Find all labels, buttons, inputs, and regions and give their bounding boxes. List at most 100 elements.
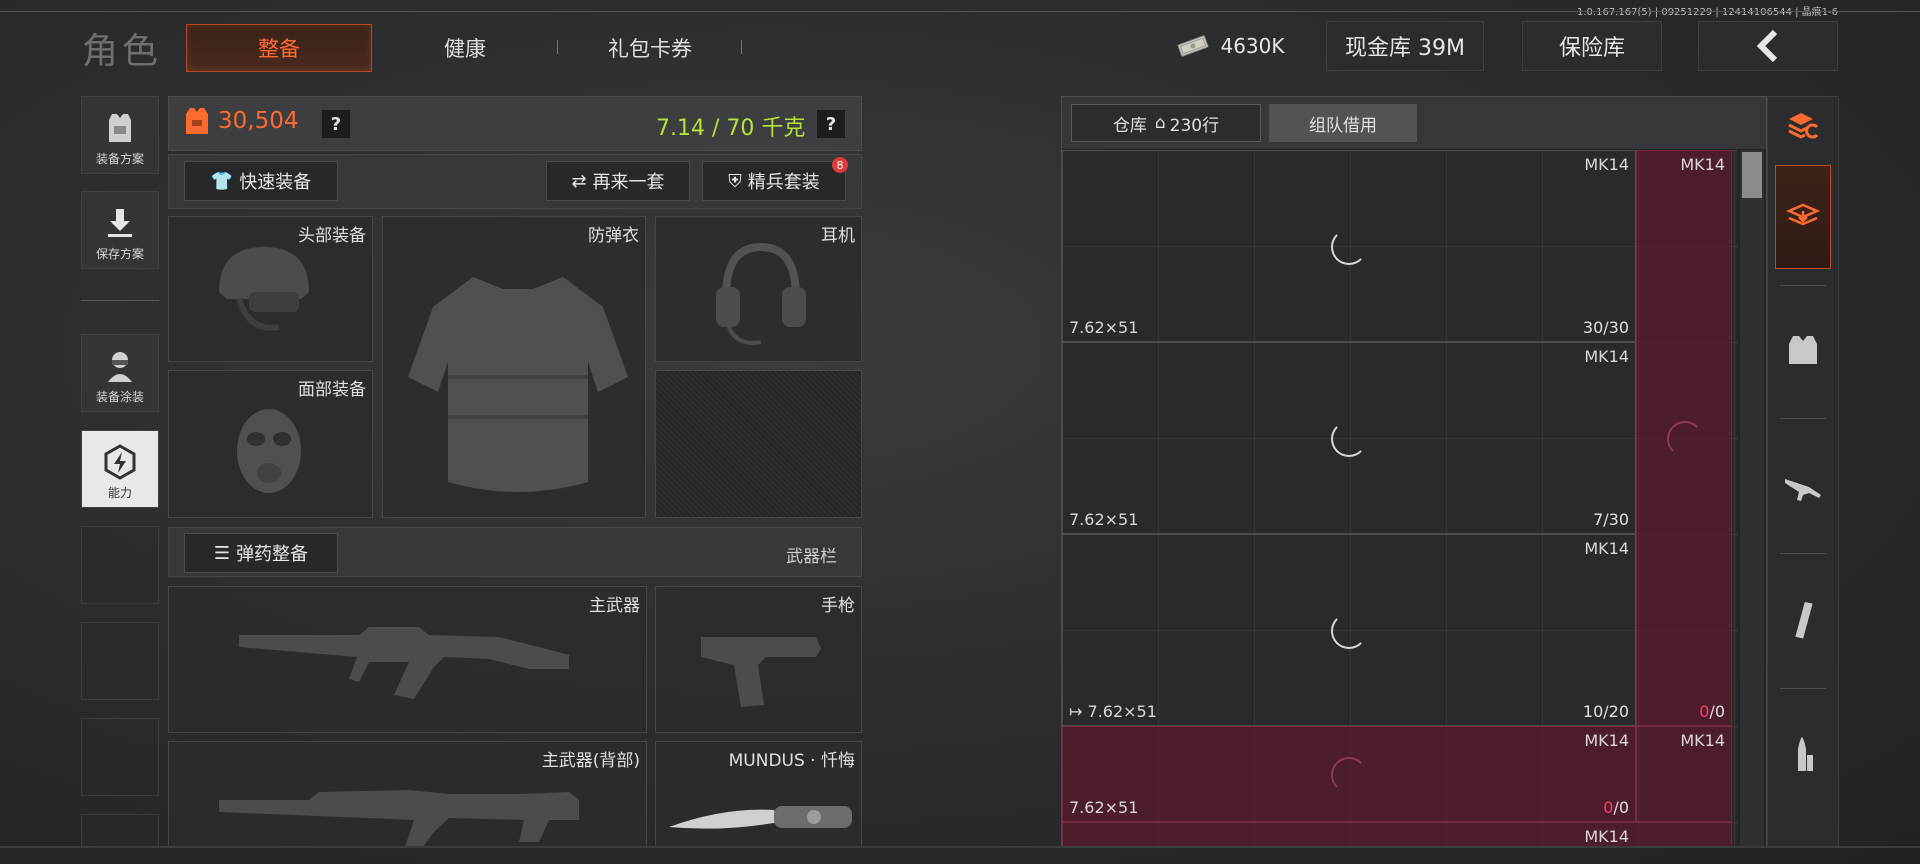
tab-health[interactable]: 健康	[400, 24, 530, 72]
category-weapons[interactable]	[1775, 450, 1831, 520]
warehouse-scrollbar[interactable]	[1740, 150, 1764, 848]
category-divider	[1780, 688, 1826, 689]
pistol-slot[interactable]: 手枪	[655, 586, 862, 733]
slot-label: 耳机	[821, 226, 855, 246]
category-armor[interactable]	[1775, 315, 1831, 385]
rifle-icon	[1785, 479, 1821, 501]
soldier-icon	[108, 352, 132, 382]
category-all[interactable]	[1775, 165, 1831, 269]
tab-equip-label: 整备	[258, 37, 300, 61]
sidebar-item-equip-plan[interactable]: 装备方案	[81, 96, 159, 174]
pistol-icon	[701, 637, 821, 707]
home-icon: ⌂	[1154, 113, 1166, 133]
tab-gift-cards[interactable]: 礼包卡券	[565, 24, 735, 72]
item-count: 0/0	[1603, 798, 1629, 817]
item-name: MK14	[1680, 731, 1725, 750]
earphone-slot[interactable]: 耳机	[655, 216, 862, 362]
back-button[interactable]	[1698, 21, 1838, 71]
item-name: MK14	[1584, 347, 1629, 366]
warehouse-item[interactable]: MK14 7.62×51 7/30	[1062, 342, 1636, 534]
team-borrow-label: 组队借用	[1309, 115, 1377, 136]
primary-weapon-slot[interactable]: 主武器	[168, 586, 647, 733]
magazine-icon	[1795, 601, 1813, 639]
loading-icon	[1331, 229, 1367, 265]
item-name: MK14	[1584, 539, 1629, 558]
sidebar-item-ability[interactable]: 能力	[81, 430, 159, 508]
download-icon	[108, 209, 132, 237]
slot-label: 防弹衣	[588, 226, 639, 246]
weight-help-button[interactable]: ?	[817, 110, 845, 138]
shirt-icon: 👕	[210, 170, 234, 192]
item-caliber: 7.62×51	[1069, 798, 1139, 817]
item-name: MK14	[1584, 155, 1629, 174]
warehouse-item[interactable]: MK14	[1062, 822, 1732, 848]
sidebar-item-label: 装备涂装	[95, 390, 144, 404]
slot-label: 面部装备	[298, 380, 366, 400]
slot-label: MUNDUS · 忏悔	[728, 751, 855, 771]
melee-weapon-slot[interactable]: MUNDUS · 忏悔	[655, 741, 862, 847]
scrollbar-thumb[interactable]	[1742, 152, 1762, 198]
armor-help-button[interactable]: ?	[322, 110, 350, 138]
again-set-label: 再来一套	[592, 172, 665, 193]
item-caliber: ↦ 7.62×51	[1069, 702, 1157, 721]
vest-icon	[109, 114, 131, 142]
sidebar-item-save-plan[interactable]: 保存方案	[81, 191, 159, 269]
bottom-divider	[0, 846, 1920, 848]
sidebar-item-label: 能力	[107, 486, 132, 500]
elite-set-button[interactable]: ⛨ 精兵套装	[702, 161, 846, 201]
sidebar-item-label: 保存方案	[95, 247, 144, 261]
helmet-slot[interactable]: 头部装备	[168, 216, 373, 362]
slot-label: 主武器(背部)	[541, 751, 640, 771]
category-divider	[1780, 553, 1826, 554]
warehouse-item[interactable]: MK14 ↦ 7.62×51 10/20	[1062, 534, 1636, 726]
loading-icon	[1331, 421, 1367, 457]
cash-vault-button[interactable]: 现金库 39M	[1326, 21, 1484, 71]
warehouse-item[interactable]: MK14 0/0	[1636, 150, 1732, 726]
tab-separator	[741, 40, 742, 54]
shield-icon: ⛨	[728, 170, 742, 192]
slot-label: 主武器	[589, 596, 640, 616]
sidebar-empty-slot	[81, 526, 159, 604]
stack-refresh-icon	[1788, 113, 1819, 139]
top-divider	[0, 11, 1920, 12]
armor-value-text: 30,504	[218, 108, 299, 134]
insurance-vault-button[interactable]: 保险库	[1522, 21, 1662, 71]
loading-icon	[1331, 757, 1367, 793]
category-sort-button[interactable]	[1775, 90, 1831, 160]
warehouse-item[interactable]: MK14	[1636, 726, 1732, 822]
loading-icon	[1667, 421, 1703, 457]
body-armor-slot[interactable]: 防弹衣	[382, 216, 646, 518]
quick-equip-label: 快速装备	[239, 172, 312, 193]
ammo-prep-label: 弹药整备	[236, 544, 309, 565]
knife-icon	[669, 806, 852, 829]
quick-equip-button[interactable]: 👕 快速装备	[184, 161, 338, 201]
sidebar-item-skin[interactable]: 装备涂装	[81, 334, 159, 412]
face-slot[interactable]: 面部装备	[168, 370, 373, 518]
item-count: 30/30	[1582, 318, 1629, 337]
again-set-button[interactable]: ⇄ 再来一套	[546, 161, 690, 201]
ammo-prep-button[interactable]: ☰ 弹药整备	[184, 533, 338, 573]
loading-icon	[1331, 613, 1367, 649]
item-count: 10/20	[1582, 702, 1629, 721]
tab-storage[interactable]: 仓库 ⌂ 230行	[1071, 104, 1261, 142]
money-display: 4630K	[1168, 21, 1293, 71]
category-ammo[interactable]	[1775, 720, 1831, 790]
category-divider	[1780, 418, 1826, 419]
tab-team-borrow[interactable]: 组队借用	[1269, 104, 1417, 142]
warehouse-item[interactable]: MK14 7.62×51 0/0	[1062, 726, 1636, 822]
empty-slot	[655, 370, 862, 518]
gas-mask-icon	[237, 409, 301, 493]
item-name: MK14	[1584, 827, 1629, 846]
tab-equip[interactable]: 整备	[186, 24, 372, 72]
tab-separator	[557, 40, 558, 54]
layers-download-icon	[1785, 203, 1821, 226]
headset-icon	[716, 242, 806, 345]
insurance-label: 保险库	[1558, 36, 1625, 61]
lightning-hex-icon	[104, 444, 136, 480]
category-magazine[interactable]	[1775, 585, 1831, 655]
primary-back-weapon-slot[interactable]: 主武器(背部)	[168, 741, 647, 847]
chevron-left-icon	[1756, 29, 1778, 63]
warehouse-item[interactable]: MK14 7.62×51 30/30	[1062, 150, 1636, 342]
item-count: 0/0	[1699, 702, 1725, 721]
notification-badge: 8	[832, 157, 848, 173]
